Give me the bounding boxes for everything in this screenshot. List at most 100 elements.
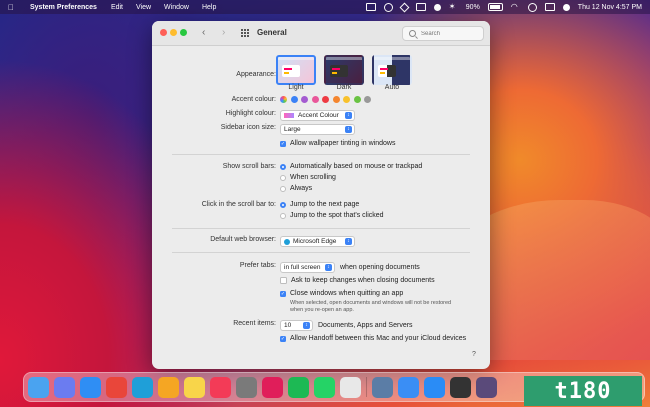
box-icon[interactable]	[365, 3, 376, 11]
menu-bar:  System Preferences Edit View Window He…	[0, 0, 650, 14]
browser-value: Microsoft Edge	[293, 238, 337, 245]
menu-app-name[interactable]: System Preferences	[30, 4, 97, 11]
accent-swatch[interactable]	[301, 96, 308, 103]
recent-popup[interactable]: 10 ↕	[280, 320, 313, 331]
music-icon[interactable]	[210, 376, 231, 398]
menu-clock[interactable]: Thu 12 Nov 4:57 PM	[578, 4, 642, 11]
scroll-auto-option[interactable]: Automatically based on mouse or trackpad	[280, 163, 422, 170]
scroll-auto-radio[interactable]	[280, 163, 286, 170]
bluetooth-icon[interactable]: ✶	[449, 3, 458, 11]
accent-swatch[interactable]	[311, 96, 319, 103]
accent-swatch[interactable]	[343, 96, 350, 103]
ask-keep-checkbox[interactable]	[280, 277, 287, 284]
accent-swatch[interactable]	[364, 96, 371, 103]
wifi-icon[interactable]: ◠	[511, 3, 520, 11]
forward-chevron-icon[interactable]: ›	[222, 27, 225, 38]
cloud-icon[interactable]	[433, 3, 441, 11]
safari-icon[interactable]	[80, 376, 101, 398]
click-next-radio[interactable]	[280, 201, 286, 208]
menu-help[interactable]: Help	[202, 4, 216, 11]
minimize-button[interactable]	[170, 29, 177, 36]
tabs-popup[interactable]: in full screen ↕	[280, 262, 335, 273]
scroll-always-label: Always	[290, 185, 313, 192]
browser-popup[interactable]: Microsoft Edge ↕	[280, 236, 355, 247]
scroll-when-option[interactable]: When scrolling	[280, 174, 336, 181]
menu-window[interactable]: Window	[164, 4, 189, 11]
search-input[interactable]	[421, 30, 476, 37]
spotify-icon[interactable]	[288, 376, 309, 398]
close-note-line-2: when you re-open an app.	[290, 307, 354, 313]
edge-icon[interactable]	[132, 376, 153, 398]
tabs-control: in full screen ↕ when opening documents	[280, 262, 420, 273]
accent-swatch[interactable]	[332, 96, 340, 103]
system-preferences-icon[interactable]	[236, 376, 257, 398]
wallpaper-tint-checkbox[interactable]: ✓	[280, 140, 286, 147]
siri-icon[interactable]	[562, 3, 570, 11]
close-note-line-1: When selected, open documents and window…	[290, 300, 452, 306]
migration-icon[interactable]	[450, 376, 471, 398]
highlight-popup[interactable]: Accent Colour ↕	[280, 110, 355, 121]
click-spot-label: Jump to the spot that's clicked	[290, 212, 384, 219]
click-next-option[interactable]: Jump to the next page	[280, 201, 359, 208]
window-title: General	[257, 28, 287, 37]
accent-multicolor-swatch[interactable]	[280, 96, 287, 103]
chevron-updown-icon: ↕	[345, 126, 352, 133]
appearance-dark-thumb[interactable]	[324, 55, 364, 85]
appearance-light-thumb[interactable]	[276, 55, 316, 85]
accent-swatch[interactable]	[290, 96, 298, 103]
whatsapp-icon[interactable]	[314, 376, 335, 398]
scroll-when-radio[interactable]	[280, 174, 286, 181]
handoff-checkbox[interactable]: ✓	[280, 335, 286, 342]
browser-label: Default web browser:	[210, 236, 276, 243]
screen-icon[interactable]	[415, 3, 426, 11]
battery-percent: 90%	[465, 3, 480, 11]
zoom-button[interactable]	[180, 29, 187, 36]
scroll-always-option[interactable]: Always	[280, 185, 312, 192]
watermark-logo: t180	[524, 376, 642, 406]
launchpad-icon[interactable]	[54, 376, 75, 398]
wallpaper-tint-control: ✓ Allow wallpaper tinting in windows	[280, 140, 395, 147]
appearance-auto-thumb[interactable]	[372, 55, 412, 85]
close-button[interactable]	[160, 29, 167, 36]
back-chevron-icon[interactable]: ‹	[202, 27, 205, 38]
ask-keep-control: Ask to keep changes when closing documen…	[280, 277, 435, 284]
close-windows-control: ✓ Close windows when quitting an app	[280, 290, 403, 297]
highlight-label: Highlight colour:	[225, 110, 276, 117]
reminders-icon[interactable]	[340, 376, 361, 398]
apple-menu-icon[interactable]: 	[8, 3, 20, 12]
search-field[interactable]	[402, 26, 484, 41]
accent-swatch[interactable]	[322, 96, 329, 103]
divider	[172, 228, 470, 229]
preview-icon[interactable]	[372, 376, 393, 398]
accent-swatch[interactable]	[353, 96, 361, 103]
app-store-icon[interactable]	[424, 376, 445, 398]
control-center-icon[interactable]	[544, 3, 555, 11]
dock-separator	[366, 377, 367, 397]
chevron-updown-icon: ↕	[303, 322, 310, 329]
battery-icon[interactable]	[487, 3, 503, 11]
finder-icon[interactable]	[28, 376, 49, 398]
show-all-grid-icon[interactable]	[241, 29, 250, 37]
wallpaper-tint-label: Allow wallpaper tinting in windows	[290, 140, 396, 147]
appearance-dark-label: Dark	[336, 84, 352, 91]
circle-icon[interactable]	[383, 2, 393, 12]
tabs-label: Prefer tabs:	[239, 262, 276, 269]
menu-edit[interactable]: Edit	[111, 4, 123, 11]
recent-value: 10	[284, 322, 292, 329]
chrome-icon[interactable]	[106, 376, 127, 398]
click-spot-option[interactable]: Jump to the spot that's clicked	[280, 212, 384, 219]
scroll-always-radio[interactable]	[280, 185, 286, 192]
diamond-icon[interactable]	[399, 2, 410, 12]
click-spot-radio[interactable]	[280, 212, 286, 219]
slack-icon[interactable]	[262, 376, 283, 398]
close-windows-checkbox[interactable]: ✓	[280, 290, 286, 297]
mail-icon[interactable]	[398, 376, 419, 398]
menu-view[interactable]: View	[136, 4, 151, 11]
search-icon[interactable]	[527, 2, 537, 12]
help-button[interactable]: ?	[472, 351, 476, 358]
screenshot-icon[interactable]	[476, 376, 497, 398]
notes-icon[interactable]	[184, 376, 205, 398]
photos-icon[interactable]	[158, 376, 179, 398]
status-area: ✶ 90% ◠ Thu 12 Nov 4:57 PM	[365, 0, 642, 14]
sidebar-popup[interactable]: Large ↕	[280, 124, 355, 135]
